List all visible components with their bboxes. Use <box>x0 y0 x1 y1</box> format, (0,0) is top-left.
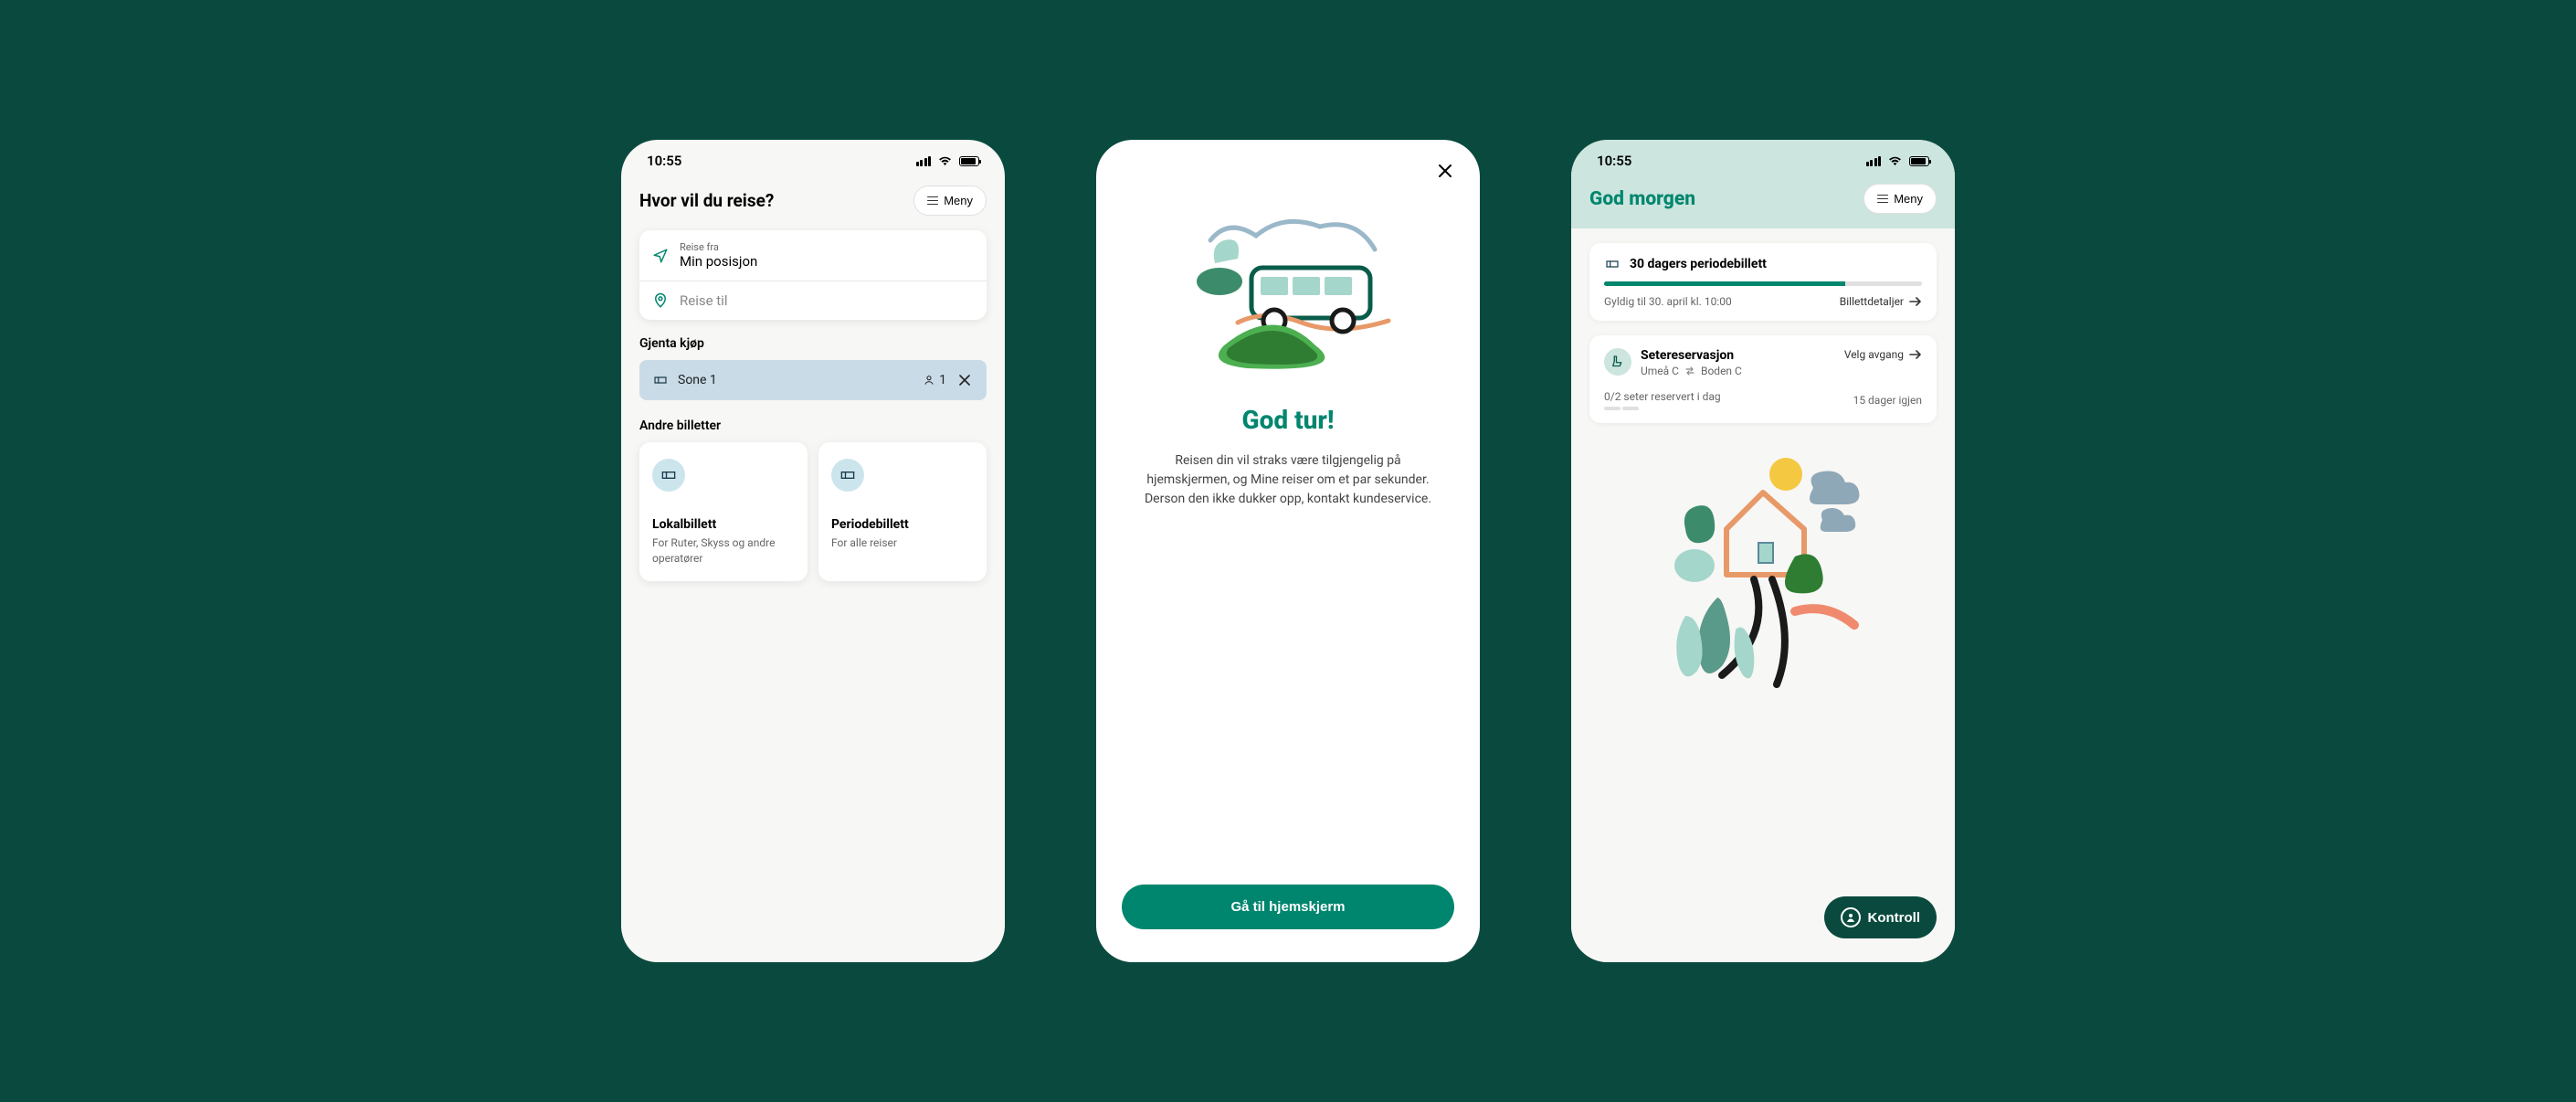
to-placeholder: Reise til <box>680 292 727 309</box>
home-screen: 10:55 God morgen Meny 30 dagers periodeb… <box>1571 140 1955 962</box>
close-icon <box>1438 164 1452 178</box>
house-illustration <box>1635 438 1891 694</box>
kontroll-button[interactable]: Kontroll <box>1824 896 1937 938</box>
local-ticket-card[interactable]: Lokalbillett For Ruter, Skyss og andre o… <box>639 442 808 581</box>
arrow-right-icon <box>1909 350 1922 359</box>
modal-title: God tur! <box>1242 405 1335 435</box>
ticket-icon-badge <box>831 459 864 492</box>
confirmation-modal-screen: God tur! Reisen din vil straks være tilg… <box>1096 140 1480 962</box>
modal-body: Reisen din vil straks være tilgjengelig … <box>1142 451 1434 509</box>
header: Hvor vil du reise? Meny <box>621 176 1005 230</box>
battery-icon <box>1909 156 1929 166</box>
greeting-title: God morgen <box>1589 188 1695 210</box>
swap-icon <box>1684 366 1695 376</box>
close-modal-button[interactable] <box>1432 158 1458 184</box>
from-value: Min posisjon <box>680 253 757 270</box>
progress-fill <box>1604 281 1845 286</box>
repeat-purchase-heading: Gjenta kjøp <box>621 333 1005 360</box>
home-content: 30 dagers periodebillett Gyldig til 30. … <box>1571 228 1955 962</box>
validity-progress <box>1604 281 1922 286</box>
go-home-button[interactable]: Gå til hjemskjerm <box>1122 885 1454 929</box>
travel-to-input[interactable]: Reise til <box>639 281 987 320</box>
travel-search-screen: 10:55 Hvor vil du reise? Meny Reise fra … <box>621 140 1005 962</box>
card-title: 30 dagers periodebillett <box>1630 257 1767 271</box>
seat-indicators <box>1604 407 1721 410</box>
cellular-signal-icon <box>916 156 932 166</box>
status-icons <box>916 156 980 166</box>
validity-text: Gyldig til 30. april kl. 10:00 <box>1604 295 1732 308</box>
ticket-icon <box>1604 256 1621 272</box>
menu-button[interactable]: Meny <box>913 185 987 216</box>
status-bar: 10:55 <box>1571 140 1955 176</box>
period-ticket-card[interactable]: 30 dagers periodebillett Gyldig til 30. … <box>1589 243 1937 321</box>
status-icons <box>1866 156 1930 166</box>
hamburger-icon <box>927 196 938 206</box>
home-header: 10:55 God morgen Meny <box>1571 140 1955 228</box>
ticket-icon <box>652 372 669 388</box>
ticket-options: Lokalbillett For Ruter, Skyss og andre o… <box>621 442 1005 581</box>
close-icon <box>959 375 970 386</box>
ticket-details-link[interactable]: Billettdetaljer <box>1840 295 1922 308</box>
seat-icon-badge <box>1604 348 1631 376</box>
period-ticket-card[interactable]: Periodebillett For alle reiser <box>818 442 987 581</box>
passenger-count: 1 <box>923 373 946 387</box>
menu-label: Meny <box>1894 192 1923 206</box>
modal-content: God tur! Reisen din vil straks være tilg… <box>1096 140 1480 885</box>
other-tickets-heading: Andre billetter <box>621 415 1005 442</box>
zone-label: Sone 1 <box>678 373 913 387</box>
from-label: Reise fra <box>680 241 757 253</box>
navigation-icon <box>652 248 669 264</box>
reservation-title: Setereservasjon <box>1641 348 1835 363</box>
status-time: 10:55 <box>647 153 681 169</box>
travel-search-card: Reise fra Min posisjon Reise til <box>639 230 987 320</box>
ticket-icon <box>839 466 857 484</box>
bus-illustration <box>1174 195 1402 377</box>
menu-button[interactable]: Meny <box>1863 184 1937 214</box>
travel-from-input[interactable]: Reise fra Min posisjon <box>639 230 987 281</box>
wifi-icon <box>938 156 952 166</box>
person-icon <box>923 374 935 387</box>
repeat-purchase-chip[interactable]: Sone 1 1 <box>639 360 987 400</box>
days-remaining: 15 dager igjen <box>1853 394 1922 407</box>
inspector-icon <box>1841 907 1861 927</box>
ticket-icon <box>660 466 678 484</box>
page-title: Hvor vil du reise? <box>639 190 774 211</box>
ticket-subtitle: For alle reiser <box>831 535 974 551</box>
wifi-icon <box>1888 156 1902 166</box>
status-time: 10:55 <box>1597 153 1631 169</box>
ticket-title: Periodebillett <box>831 517 974 532</box>
ticket-title: Lokalbillett <box>652 517 795 532</box>
remove-chip-button[interactable] <box>955 371 974 389</box>
map-pin-icon <box>652 292 669 309</box>
reservation-status: 0/2 seter reservert i dag <box>1604 390 1721 403</box>
reservation-route: Umeå C Boden C <box>1641 365 1835 377</box>
hamburger-icon <box>1877 195 1888 204</box>
ticket-icon-badge <box>652 459 685 492</box>
cellular-signal-icon <box>1866 156 1882 166</box>
ticket-subtitle: For Ruter, Skyss og andre operatører <box>652 535 795 567</box>
status-bar: 10:55 <box>621 140 1005 176</box>
menu-label: Meny <box>944 194 973 207</box>
seat-icon <box>1610 354 1626 370</box>
battery-icon <box>959 156 979 166</box>
arrow-right-icon <box>1909 297 1922 306</box>
choose-departure-link[interactable]: Velg avgang <box>1844 348 1922 361</box>
seat-reservation-card[interactable]: Setereservasjon Umeå C Boden C Velg avga… <box>1589 335 1937 423</box>
